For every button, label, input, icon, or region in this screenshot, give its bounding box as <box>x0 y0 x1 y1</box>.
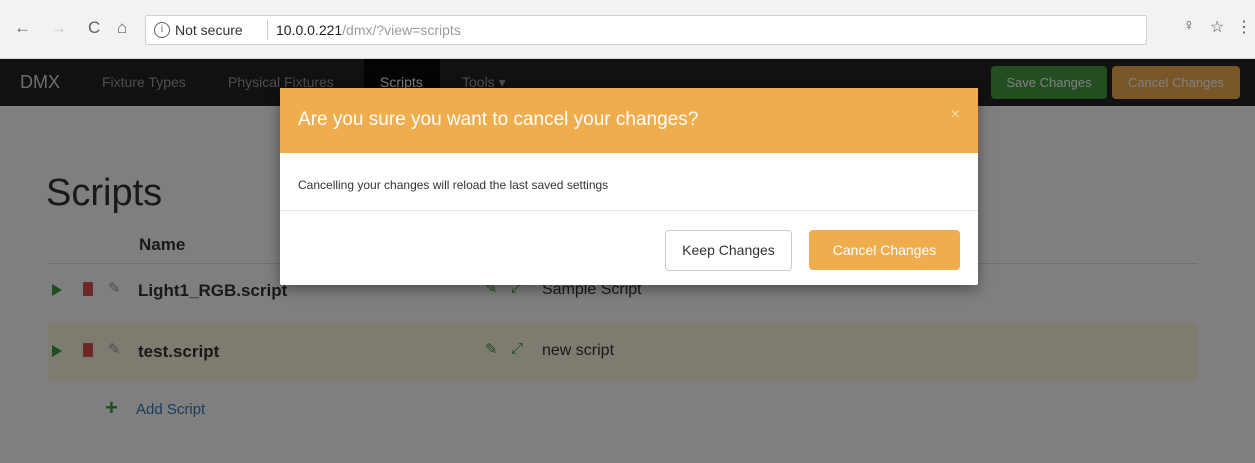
confirm-cancel-changes-button[interactable]: Cancel Changes <box>809 230 960 270</box>
star-icon[interactable]: ☆ <box>1210 17 1224 37</box>
menu-icon[interactable]: ⋮ <box>1236 17 1252 37</box>
info-icon[interactable]: i <box>154 22 170 38</box>
key-icon[interactable]: ♀ <box>1183 17 1195 35</box>
dialog-message: Cancelling your changes will reload the … <box>298 178 609 192</box>
dialog-header: Are you sure you want to cancel your cha… <box>280 88 978 153</box>
keep-changes-button[interactable]: Keep Changes <box>665 230 792 271</box>
forward-icon[interactable]: → <box>50 18 67 38</box>
close-icon[interactable]: × <box>951 106 960 124</box>
reload-icon[interactable]: C <box>88 18 100 38</box>
url-text[interactable]: 10.0.0.221/dmx/?view=scripts <box>276 22 461 38</box>
address-bar[interactable]: i Not secure 10.0.0.221/dmx/?view=script… <box>145 15 1147 45</box>
url-path: /dmx/?view=scripts <box>342 22 461 38</box>
divider <box>267 20 268 40</box>
url-host: 10.0.0.221 <box>276 22 343 38</box>
home-icon[interactable]: ⌂ <box>117 18 127 38</box>
confirm-cancel-dialog: Are you sure you want to cancel your cha… <box>280 88 978 285</box>
browser-toolbar: ← → C ⌂ i Not secure 10.0.0.221/dmx/?vie… <box>0 0 1255 59</box>
dialog-title: Are you sure you want to cancel your cha… <box>298 109 699 130</box>
dialog-divider <box>280 210 978 211</box>
security-label: Not secure <box>175 22 243 38</box>
back-icon[interactable]: ← <box>14 18 31 38</box>
